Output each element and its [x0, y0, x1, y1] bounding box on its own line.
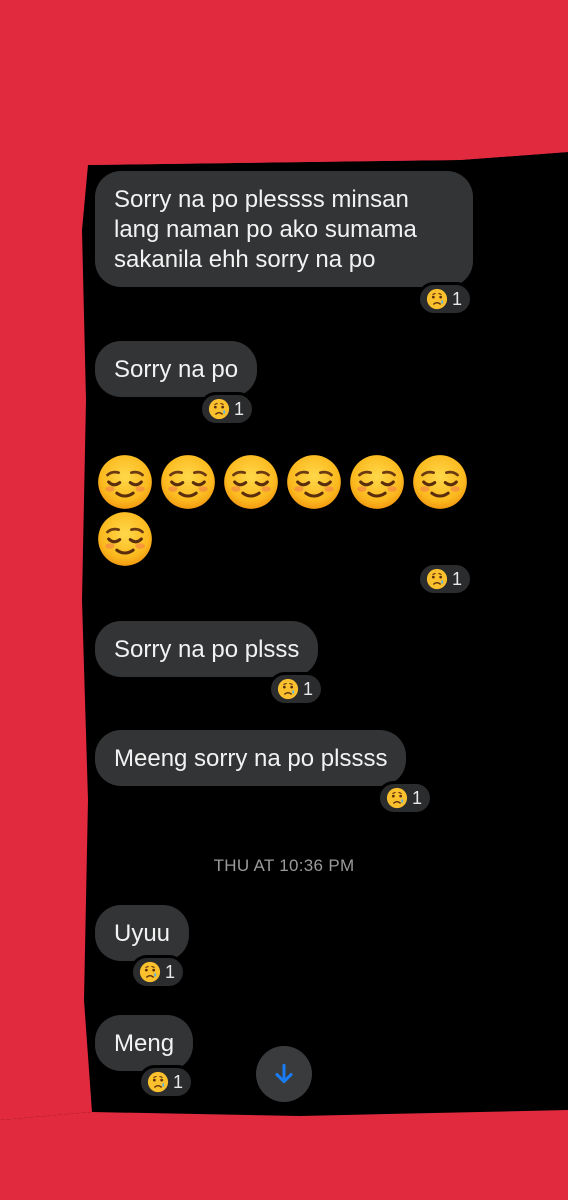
- messenger-screenshot: Sorry na po plessss minsan lang naman po…: [0, 0, 568, 1200]
- red-scribble-top-bottom: [0, 0, 568, 1200]
